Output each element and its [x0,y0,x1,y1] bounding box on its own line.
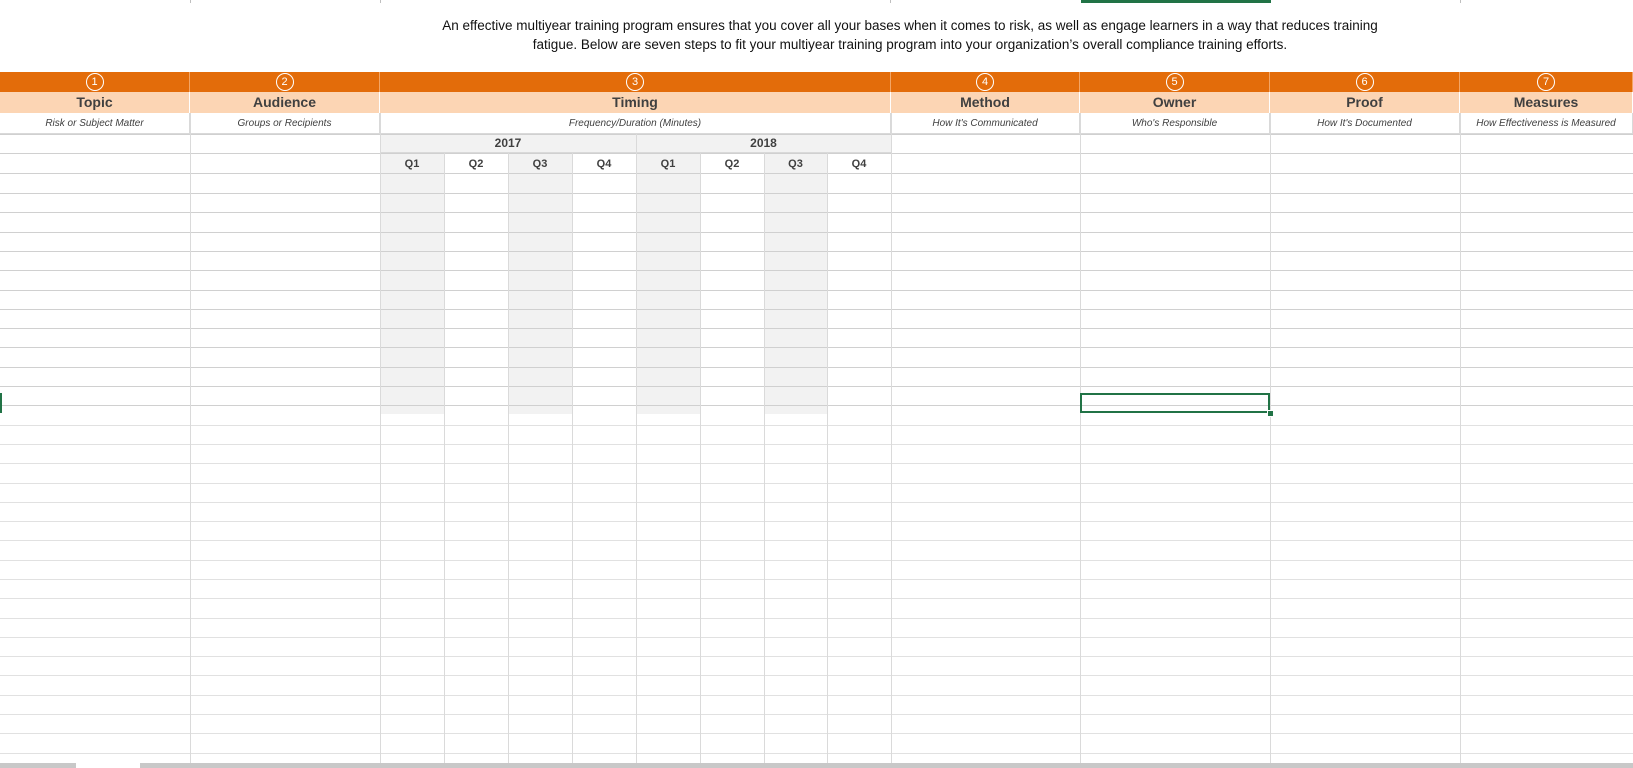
row-gridline [0,290,1633,291]
spreadsheet-grid[interactable]: An effective multiyear training program … [0,0,1633,768]
subtitle-audience[interactable]: Groups or Recipients [190,113,380,134]
intro-row[interactable]: An effective multiyear training program … [0,0,1633,73]
subtitle-topic[interactable]: Risk or Subject Matter [0,113,190,134]
quarter-gridline [508,153,509,763]
quarter-2017-q1[interactable]: Q1 [380,153,444,173]
column-tick [380,0,381,3]
row-gridline [0,173,1633,174]
quarter-gridline [444,153,445,763]
quarter-2017-q4[interactable]: Q4 [572,153,636,173]
step-6-number-cell[interactable]: 6 [1270,72,1460,92]
row-gridline [0,309,1633,310]
header-proof[interactable]: Proof [1270,92,1460,113]
row-gridline [0,560,1633,561]
step-2-number-cell[interactable]: 2 [190,72,380,92]
row-gridline [0,367,1633,368]
column-gridline [380,113,381,763]
step-2-number-circle: 2 [275,73,294,91]
quarter-2018-q4[interactable]: Q4 [827,153,891,173]
step-3-number-cell[interactable]: 3 [380,72,891,92]
header-method[interactable]: Method [891,92,1080,113]
subtitle-proof[interactable]: How It's Documented [1270,113,1460,134]
row-gridline [0,153,1633,154]
row-gridline [0,483,1633,484]
quarter-2017-q2[interactable]: Q2 [444,153,508,173]
row-gridline [0,232,1633,233]
row-gridline [0,733,1633,734]
row-gridline [0,521,1633,522]
step-5-number-cell[interactable]: 5 [1080,72,1270,92]
column-tick [1460,0,1461,3]
row-gridline [0,328,1633,329]
selected-cell[interactable] [1080,393,1270,413]
row-gridline [0,540,1633,541]
quarter-gridline [700,153,701,763]
quarter-gridline [764,153,765,763]
header-topic[interactable]: Topic [0,92,190,113]
step-3-number-circle: 3 [626,73,644,91]
intro-line-2: fatigue. Below are seven steps to fit yo… [532,37,1288,52]
column-gridline [1460,113,1461,763]
row-gridline [0,463,1633,464]
step-1-number-cell[interactable]: 1 [0,72,190,92]
active-row-indicator [0,393,2,413]
row-gridline [0,251,1633,252]
row-gridline [0,656,1633,657]
quarter-gridline [572,153,573,763]
horizontal-scrollbar[interactable] [140,763,1633,768]
row-gridline [0,695,1633,696]
row-gridline [0,193,1633,194]
quarter-2017-q3[interactable]: Q3 [508,153,572,173]
year-2017[interactable]: 2017 [380,134,636,153]
step-6-number-circle: 6 [1355,73,1374,91]
row-gridline [0,405,1633,406]
quarter-gridline [827,153,828,763]
row-gridline [0,502,1633,503]
row-gridline [0,598,1633,599]
step-7-number-cell[interactable]: 7 [1460,72,1633,92]
step-1-number-circle: 1 [85,73,104,91]
row-gridline [0,212,1633,213]
row-gridline [0,444,1633,445]
column-gridline [1080,113,1081,763]
subtitle-measures[interactable]: How Effectiveness is Measured [1460,113,1633,134]
quarter-gridline [636,134,637,763]
row-gridline [0,675,1633,676]
row-gridline [0,637,1633,638]
row-gridline [0,347,1633,348]
header-owner[interactable]: Owner [1080,92,1270,113]
column-gridline [891,113,892,763]
step-7-number-circle: 7 [1537,73,1555,91]
column-gridline [190,113,191,763]
header-measures[interactable]: Measures [1460,92,1633,113]
step-5-number-circle: 5 [1165,73,1184,91]
fill-handle[interactable] [1267,410,1274,417]
row-gridline [0,386,1633,387]
year-2018[interactable]: 2018 [636,134,891,153]
active-column-indicator [1081,0,1271,3]
quarter-2018-q1[interactable]: Q1 [636,153,700,173]
step-4-number-cell[interactable]: 4 [891,72,1080,92]
intro-line-1: An effective multiyear training program … [442,18,1378,33]
sheet-tab-strip[interactable] [0,763,76,768]
quarter-2018-q3[interactable]: Q3 [764,153,827,173]
column-gridline [1270,113,1271,763]
column-tick [190,0,191,3]
row-gridline [0,618,1633,619]
row-gridline [0,579,1633,580]
quarter-2018-q2[interactable]: Q2 [700,153,764,173]
row-gridline [0,134,1633,135]
header-audience[interactable]: Audience [190,92,380,113]
row-gridline [0,714,1633,715]
intro-text: An effective multiyear training program … [380,16,1440,54]
subtitle-method[interactable]: How It's Communicated [891,113,1080,134]
row-gridline [0,425,1633,426]
row-gridline [0,270,1633,271]
header-timing[interactable]: Timing [380,92,891,113]
row-gridline [0,753,1633,754]
column-tick [890,0,891,3]
subtitle-timing[interactable]: Frequency/Duration (Minutes) [380,113,891,134]
subtitle-owner[interactable]: Who's Responsible [1080,113,1270,134]
step-4-number-circle: 4 [976,73,994,91]
